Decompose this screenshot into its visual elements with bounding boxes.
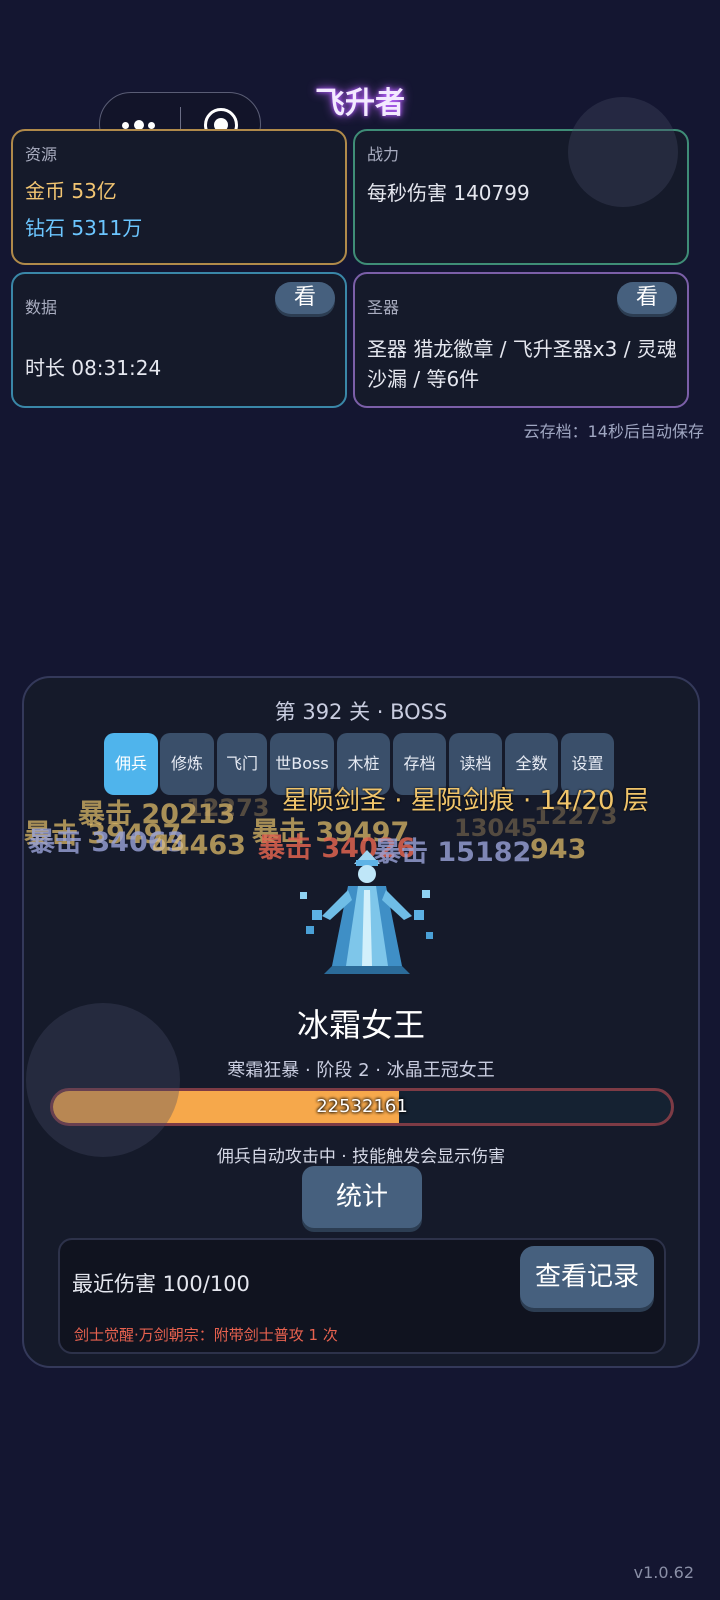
- statistics-button[interactable]: 统计: [302, 1166, 422, 1228]
- gold-amount: 金币 53亿: [25, 179, 117, 203]
- relic-card: 圣器 看 圣器 猎龙徽章 / 飞升圣器x3 / 灵魂沙漏 / 等6件: [353, 272, 689, 408]
- recent-damage-count: 最近伤害 100/100: [72, 1272, 250, 1296]
- play-duration: 时长 08:31:24: [25, 356, 162, 380]
- tab-cultivate[interactable]: 修炼: [160, 733, 214, 795]
- version-label: v1.0.62: [633, 1563, 694, 1582]
- resource-label: 资源: [25, 145, 58, 164]
- damage-popup: 44463: [152, 830, 246, 861]
- tab-sect[interactable]: 飞门: [217, 733, 267, 795]
- floating-ball[interactable]: [26, 1003, 180, 1157]
- stats-card: 数据 看 时长 08:31:24: [11, 272, 347, 408]
- stats-view-button[interactable]: 看: [275, 282, 335, 314]
- diamond-amount: 钻石 5311万: [25, 216, 143, 240]
- floating-ball[interactable]: [568, 97, 678, 207]
- damage-popup: 12273: [186, 794, 270, 822]
- ice-queen-sprite[interactable]: [292, 846, 442, 976]
- damage-popup: 943: [530, 834, 587, 865]
- cloud-save-status: 云存档：14秒后自动保存: [523, 422, 704, 441]
- relic-list: 圣器 猎龙徽章 / 飞升圣器x3 / 灵魂沙漏 / 等6件: [367, 337, 677, 391]
- tab-mercenary[interactable]: 佣兵: [104, 733, 158, 795]
- tower-progress: 星陨剑圣 · 星陨剑痕 · 14/20 层: [282, 786, 649, 816]
- recent-damage-box: 最近伤害 100/100 查看记录 剑士觉醒·万剑朝宗：附带剑士普攻 1 次: [58, 1238, 666, 1354]
- stage-indicator: 第 392 关 · BOSS: [274, 700, 448, 724]
- resource-card: 资源 金币 53亿 钻石 5311万: [11, 129, 347, 265]
- skill-trigger-text: 剑士觉醒·万剑朝宗：附带剑士普攻 1 次: [74, 1326, 338, 1344]
- relic-view-button[interactable]: 看: [617, 282, 677, 314]
- view-records-button[interactable]: 查看记录: [520, 1246, 654, 1308]
